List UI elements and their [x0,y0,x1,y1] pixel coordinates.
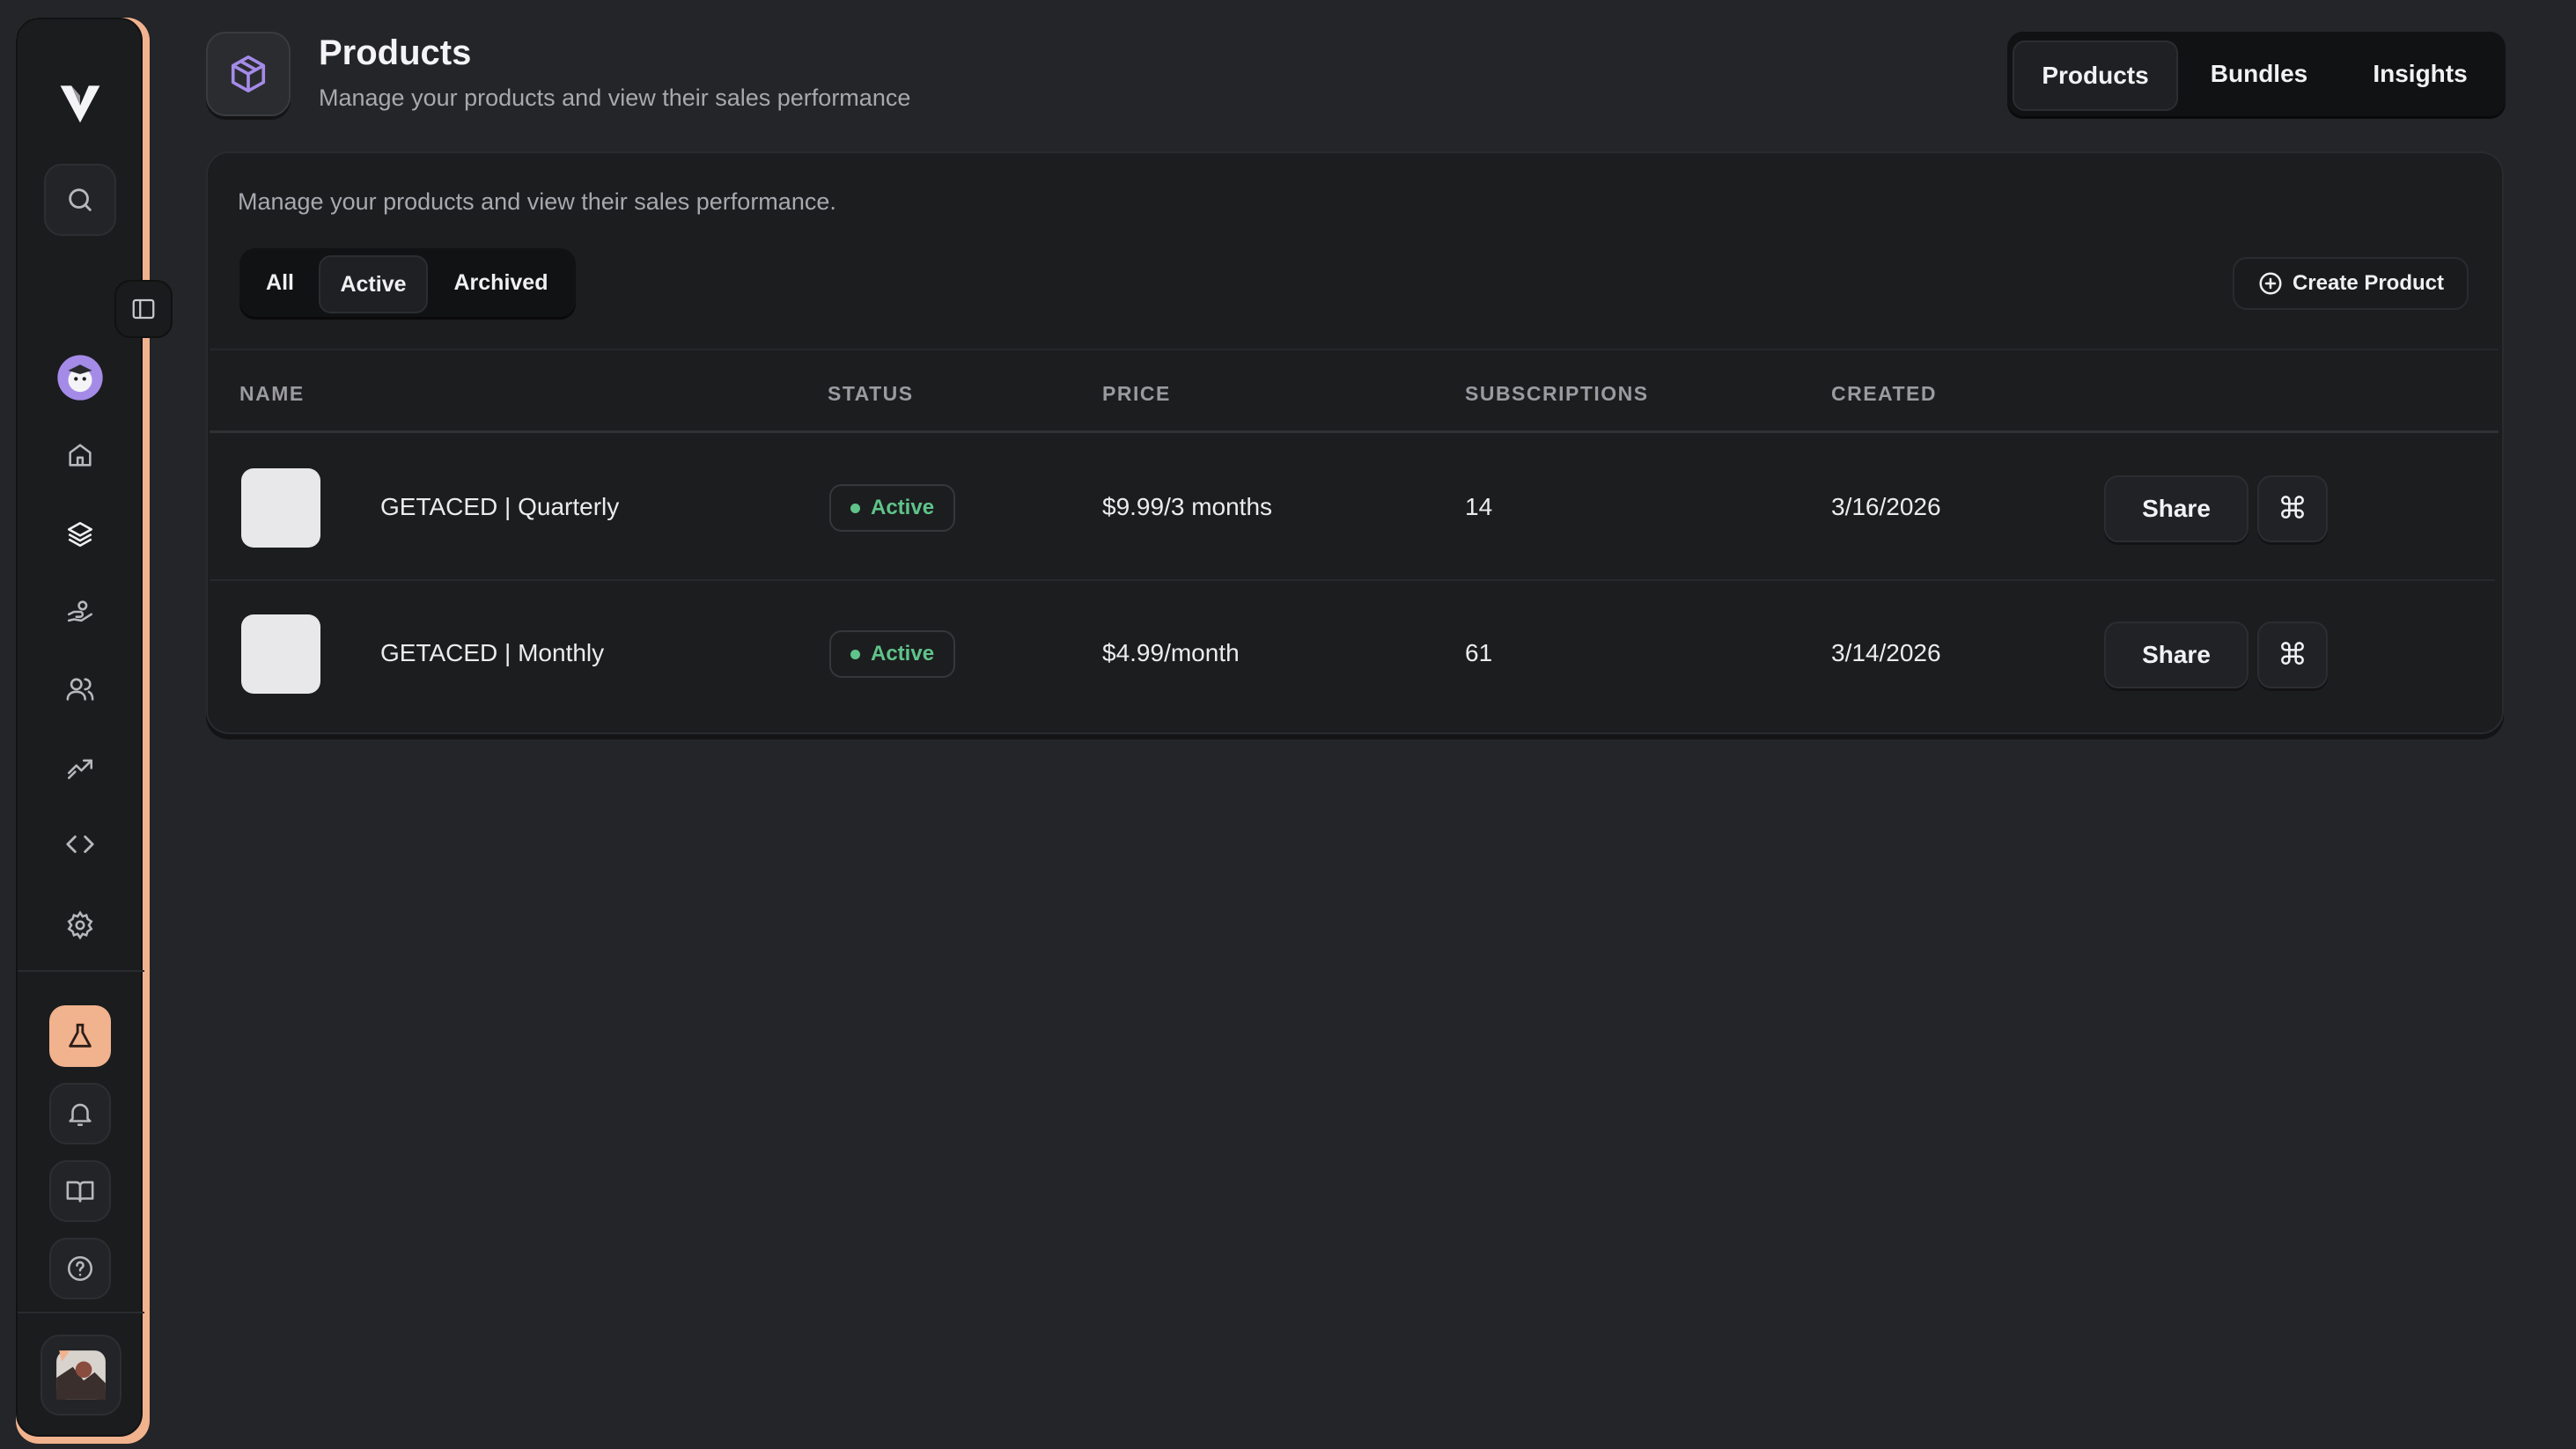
book-icon [66,1181,94,1203]
product-subscriptions: 61 [1465,639,1493,666]
status-badge: Active [829,484,956,532]
help-icon [67,1255,93,1282]
command-button[interactable]: ⌘ [2257,475,2328,542]
search-button[interactable] [44,164,116,236]
users-icon[interactable] [44,653,116,725]
create-product-label: Create Product [2292,271,2444,295]
code-icon[interactable] [44,808,116,880]
table-row[interactable]: GETACED | Quarterly Active $9.99/3 month… [210,437,2495,581]
product-price: $9.99/3 months [1102,493,1273,520]
command-button[interactable]: ⌘ [2257,622,2328,688]
product-name[interactable]: GETACED | Quarterly [380,493,619,521]
product-name[interactable]: GETACED | Monthly [380,639,604,667]
product-created: 3/14/2026 [1831,639,1941,666]
plus-circle-icon [2259,272,2282,295]
user-avatar[interactable] [40,1335,121,1416]
table-row[interactable]: GETACED | Monthly Active $4.99/month 61 … [210,583,2495,727]
tab-insights[interactable]: Insights [2342,37,2499,111]
sidebar [16,18,144,1437]
trend-icon[interactable] [44,731,116,803]
card-description: Manage your products and view their sale… [238,188,836,215]
status-filter-group: All Active Archived [239,248,576,317]
status-label: Active [871,642,935,666]
search-icon [69,188,92,211]
sidebar-toggle-button[interactable] [114,280,173,338]
column-header-subscriptions[interactable]: SUBSCRIPTIONS [1465,382,1649,406]
status-label: Active [871,496,935,519]
sidebar-toggle-icon [132,298,155,320]
layers-icon[interactable] [44,498,116,570]
help-button[interactable] [49,1238,111,1299]
bell-icon [69,1103,92,1127]
share-button[interactable]: Share [2104,622,2248,688]
status-badge: Active [829,630,956,678]
product-created: 3/16/2026 [1831,493,1941,520]
gear-icon[interactable] [44,889,116,961]
logo-icon[interactable] [44,67,116,139]
sidebar-divider [18,970,144,972]
top-tab-group: Products Bundles Insights [2007,32,2506,116]
status-dot-icon [850,503,860,513]
tab-bundles[interactable]: Bundles [2183,37,2335,111]
handshake-icon[interactable] [44,576,116,648]
product-thumbnail [241,614,320,694]
column-header-price[interactable]: PRICE [1102,382,1171,406]
home-icon[interactable] [44,419,116,491]
page-title: Products [319,33,472,72]
create-product-button[interactable]: Create Product [2232,257,2469,310]
product-subscriptions: 14 [1465,493,1493,520]
filter-archived[interactable]: Archived [433,252,569,313]
product-price: $4.99/month [1102,639,1240,666]
page-subtitle: Manage your products and view their sale… [319,85,911,111]
box-icon [206,32,291,116]
tab-products[interactable]: Products [2013,40,2178,111]
docs-button[interactable] [49,1160,111,1222]
flask-button[interactable] [49,1005,111,1067]
share-button[interactable]: Share [2104,475,2248,542]
table-header: NAME STATUS PRICE SUBSCRIPTIONS CREATED [210,349,2499,433]
sidebar-frame [16,18,150,1444]
filter-active[interactable]: Active [319,255,428,313]
avatar[interactable] [44,342,116,414]
products-card: Manage your products and view their sale… [206,151,2504,734]
status-dot-icon [850,649,860,659]
column-header-status[interactable]: STATUS [828,382,914,406]
sidebar-divider [18,1312,144,1313]
bell-button[interactable] [49,1083,111,1144]
column-header-name[interactable]: NAME [239,382,305,406]
flask-icon [69,1023,92,1048]
product-thumbnail [241,468,320,548]
filter-all[interactable]: All [245,252,315,313]
column-header-created[interactable]: CREATED [1831,382,1937,406]
